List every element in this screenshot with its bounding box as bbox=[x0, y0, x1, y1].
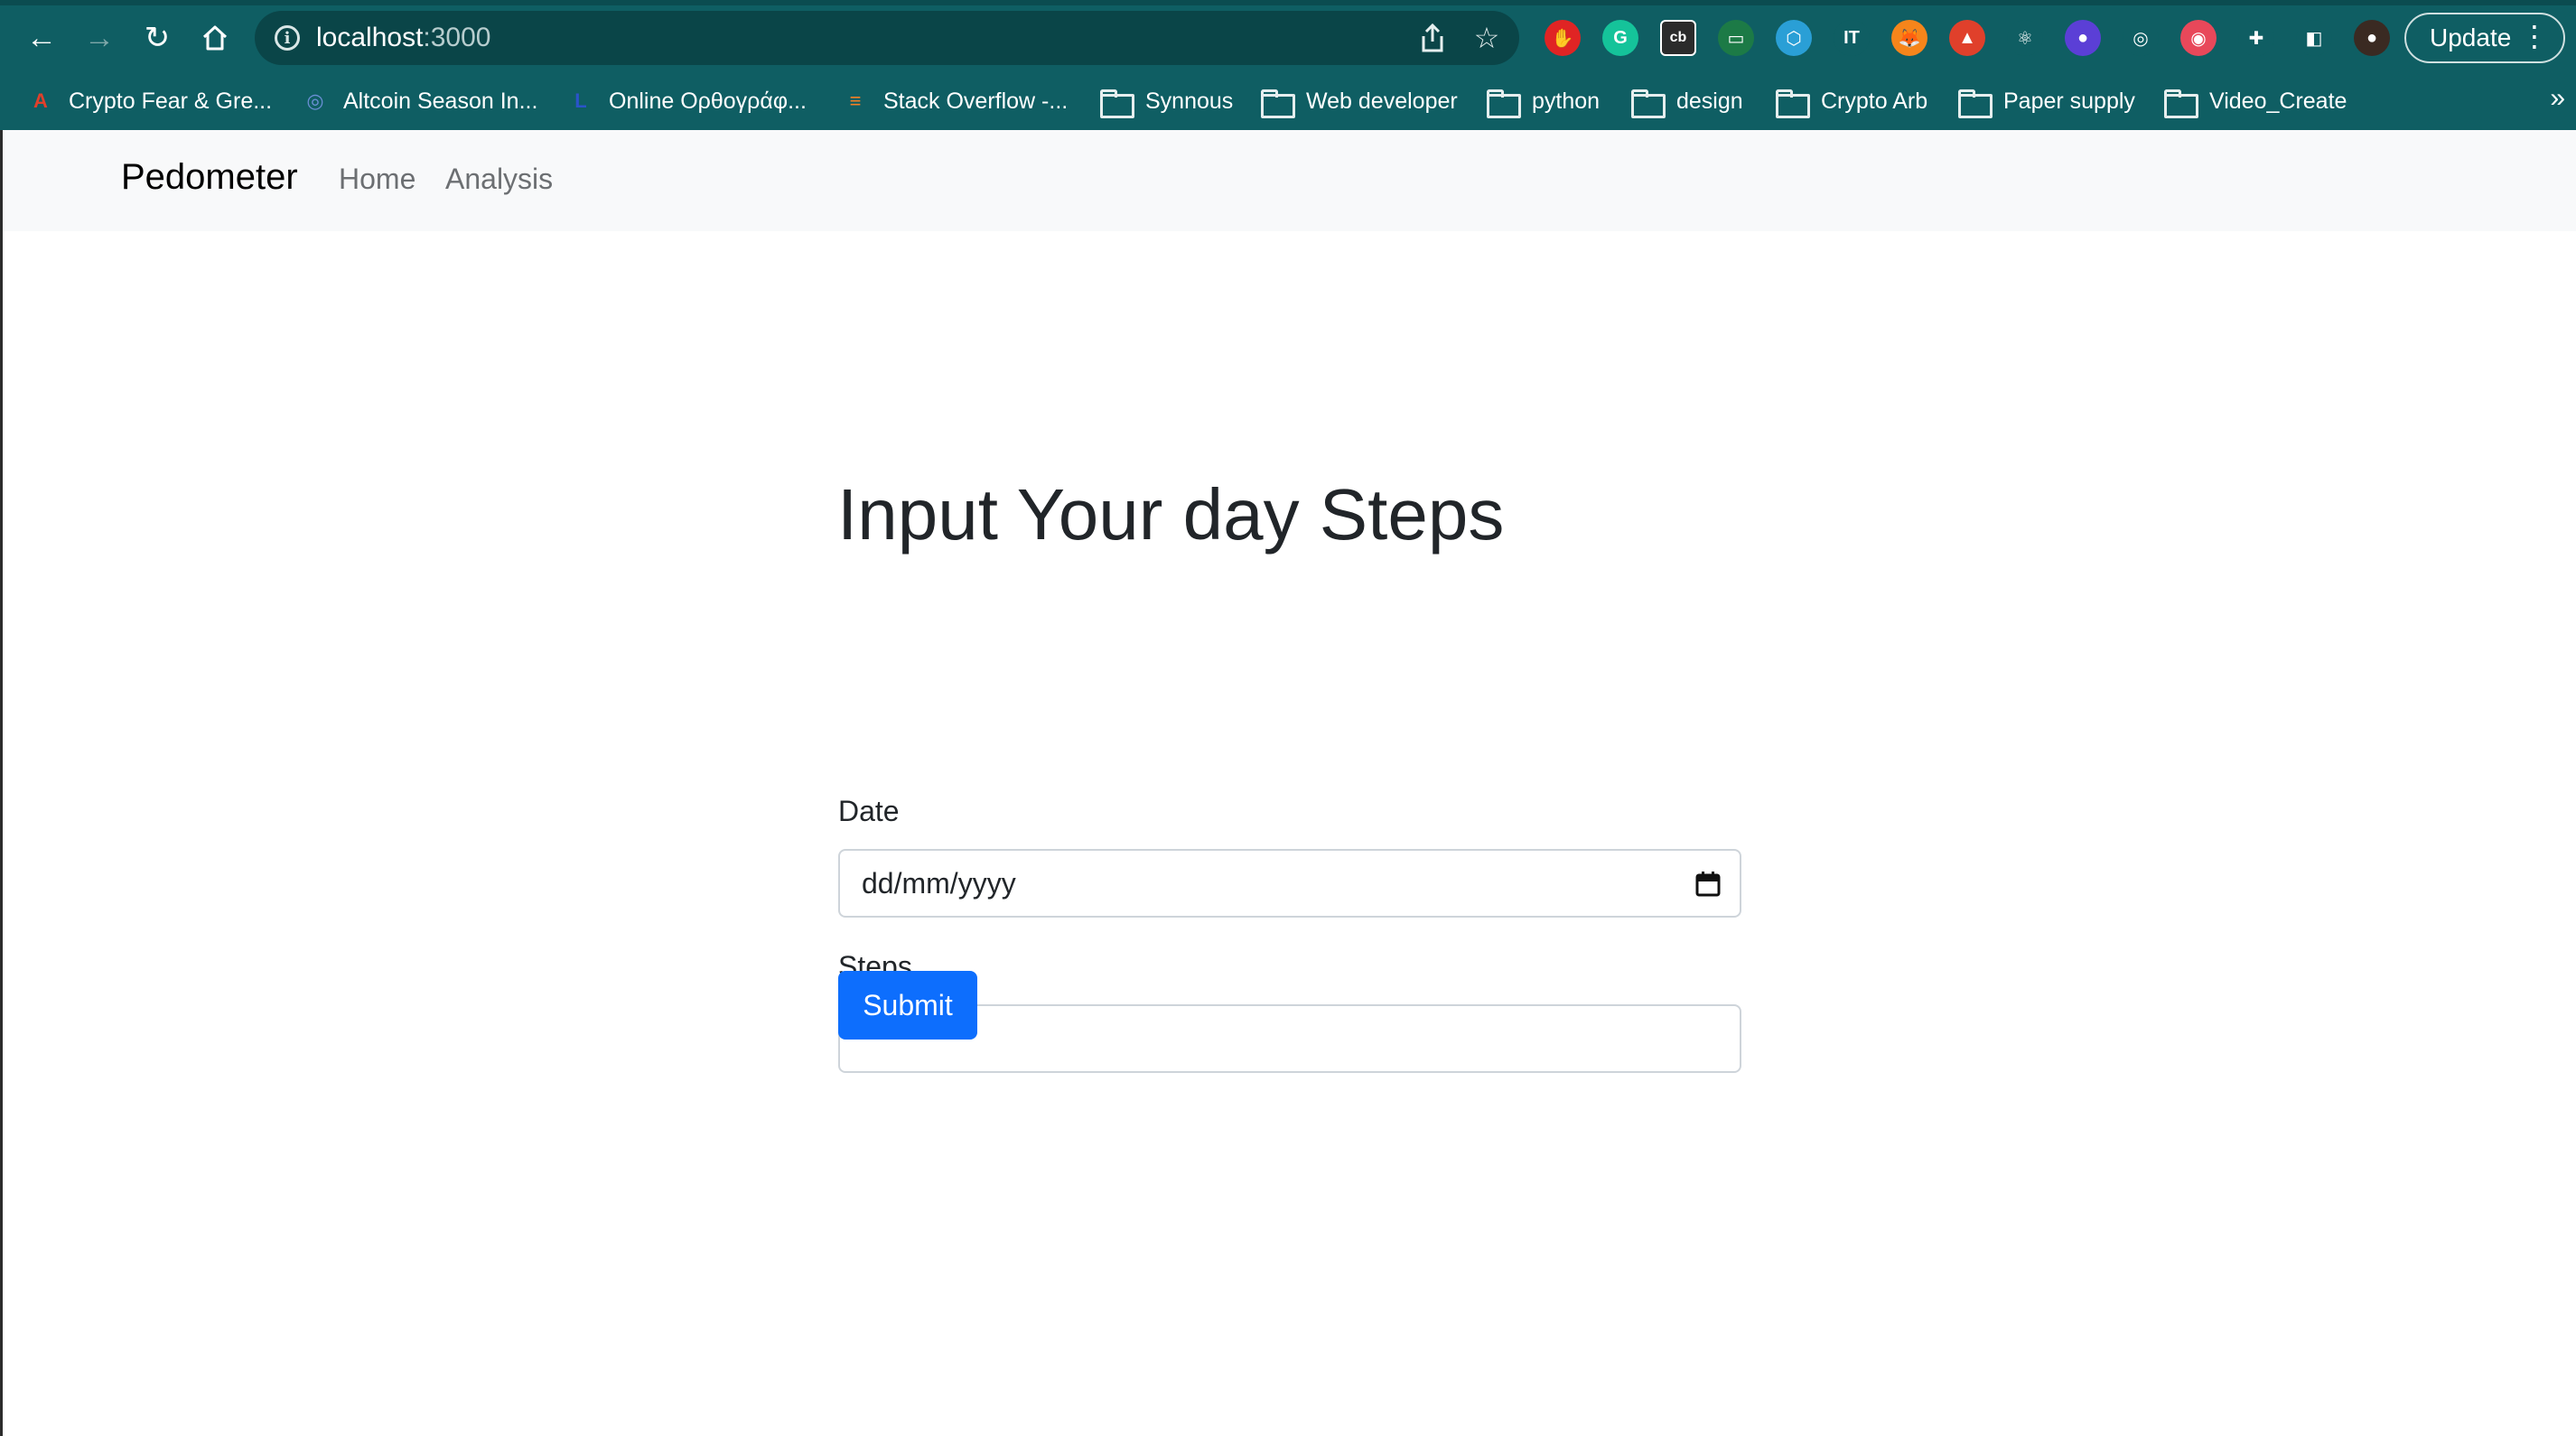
home-icon bbox=[202, 25, 228, 51]
react-devtools-icon[interactable]: ⚛ bbox=[2007, 20, 2043, 56]
target-icon[interactable]: ◎ bbox=[2123, 20, 2159, 56]
folder-icon bbox=[1958, 89, 1993, 118]
metamask-icon[interactable]: 🦊 bbox=[1891, 20, 1927, 56]
bookmarks-overflow-icon[interactable]: » bbox=[2550, 83, 2565, 114]
url-text[interactable]: localhost:3000 bbox=[316, 23, 490, 53]
kebab-menu-icon[interactable]: ⋮ bbox=[2520, 22, 2549, 51]
bookmark-item[interactable]: A Crypto Fear & Gre... bbox=[27, 81, 272, 121]
page-content: Pedometer Home Analysis bbox=[0, 130, 2576, 1436]
translate-icon[interactable]: IT bbox=[1834, 20, 1870, 56]
bookmark-item[interactable]: ◎ Altcoin Season In... bbox=[302, 81, 537, 121]
bookmark-item[interactable]: Synnous bbox=[1100, 81, 1233, 121]
folder-icon bbox=[1631, 89, 1666, 118]
bookmark-label: Paper supply bbox=[2003, 88, 2135, 114]
update-label: Update bbox=[2430, 23, 2512, 51]
ball-icon[interactable]: ◉ bbox=[2180, 20, 2217, 56]
stackoverflow-icon: ≡ bbox=[849, 89, 862, 112]
bookmark-label: Altcoin Season In... bbox=[343, 88, 538, 114]
reload-icon: ↻ bbox=[144, 21, 171, 55]
rocket-icon[interactable]: ▲ bbox=[1949, 20, 1985, 56]
navbar: Pedometer Home Analysis bbox=[3, 130, 2576, 231]
calendar-icon[interactable] bbox=[1694, 871, 1722, 898]
nav-link-home[interactable]: Home bbox=[339, 163, 415, 196]
bookmark-label: Synnous bbox=[1145, 88, 1234, 114]
cb-icon[interactable]: cb bbox=[1660, 20, 1696, 56]
page-title: Input Your day Steps bbox=[837, 474, 1505, 555]
tab-strip-edge bbox=[0, 0, 2576, 5]
nl-icon: L bbox=[574, 89, 587, 112]
bookmark-item[interactable]: Web developer bbox=[1261, 81, 1458, 121]
back-button[interactable]: ← bbox=[16, 16, 67, 60]
folder-icon bbox=[2164, 89, 2198, 118]
grammarly-icon[interactable]: G bbox=[1602, 20, 1638, 56]
bookmark-label: Crypto Arb bbox=[1821, 88, 1928, 114]
submit-button[interactable]: Submit bbox=[838, 971, 977, 1040]
nav-link-analysis[interactable]: Analysis bbox=[445, 163, 553, 196]
bookmark-label: Online Ορθογράφ... bbox=[609, 88, 807, 114]
adblock-icon[interactable]: ✋ bbox=[1545, 20, 1581, 56]
ghost-icon[interactable]: ● bbox=[2065, 20, 2101, 56]
navbar-brand[interactable]: Pedometer bbox=[121, 157, 298, 198]
bookmark-item[interactable]: Paper supply bbox=[1958, 81, 2135, 121]
blockchaincenter-icon: ◎ bbox=[306, 89, 324, 112]
bookmark-label: design bbox=[1676, 88, 1743, 114]
arrow-left-icon: ← bbox=[26, 21, 57, 55]
bookmark-label: Crypto Fear & Gre... bbox=[69, 88, 273, 114]
share-icon[interactable] bbox=[1416, 22, 1449, 54]
bookmark-label: Video_Create bbox=[2209, 88, 2347, 114]
folder-icon bbox=[1776, 89, 1810, 118]
alternative-me-icon: A bbox=[33, 89, 48, 112]
date-placeholder: dd/mm/yyyy bbox=[862, 866, 1016, 900]
update-button[interactable]: Update ⋮ bbox=[2404, 13, 2565, 63]
screen-capture-icon[interactable]: ▭ bbox=[1718, 20, 1754, 56]
date-input[interactable]: dd/mm/yyyy bbox=[838, 849, 1741, 918]
forward-button[interactable]: → bbox=[74, 16, 125, 60]
bookmark-item[interactable]: L Online Ορθογράφ... bbox=[567, 81, 807, 121]
sidepanel-icon[interactable]: ◧ bbox=[2296, 20, 2332, 56]
arrow-right-icon: → bbox=[84, 21, 115, 55]
web3-icon[interactable]: ⬡ bbox=[1776, 20, 1812, 56]
bookmark-item[interactable]: design bbox=[1631, 81, 1743, 121]
bookmark-item[interactable]: ≡ Stack Overflow -... bbox=[842, 81, 1069, 121]
date-label: Date bbox=[838, 795, 900, 827]
bookmark-label: python bbox=[1532, 88, 1601, 114]
bookmark-item[interactable]: python bbox=[1487, 81, 1600, 121]
bookmark-label: Web developer bbox=[1306, 88, 1458, 114]
bookmark-item[interactable]: Video_Create bbox=[2164, 81, 2347, 121]
site-info-icon[interactable]: i bbox=[275, 25, 300, 51]
avatar-icon[interactable]: ● bbox=[2354, 20, 2390, 56]
bookmark-label: Stack Overflow -... bbox=[883, 88, 1069, 114]
folder-icon bbox=[1100, 89, 1134, 118]
bookmark-item[interactable]: Crypto Arb bbox=[1776, 81, 1927, 121]
folder-icon bbox=[1487, 89, 1521, 118]
puzzle-icon[interactable]: ✚ bbox=[2238, 20, 2274, 56]
browser-chrome: ← → ↻ i localhost:3000 ☆ ✋ Gcb ▭ ⬡ IT 🦊 ▲ ⚛ ● ◎ ◉ ✚… bbox=[0, 0, 2576, 130]
home-button[interactable] bbox=[190, 16, 240, 60]
address-bar[interactable]: i localhost:3000 ☆ bbox=[255, 11, 1519, 65]
bookmarks-bar: A Crypto Fear & Gre... ◎ Altcoin Season In.… bbox=[0, 76, 2576, 126]
bookmark-star-icon[interactable]: ☆ bbox=[1470, 22, 1503, 54]
folder-icon bbox=[1261, 89, 1295, 118]
reload-button[interactable]: ↻ bbox=[132, 16, 182, 60]
